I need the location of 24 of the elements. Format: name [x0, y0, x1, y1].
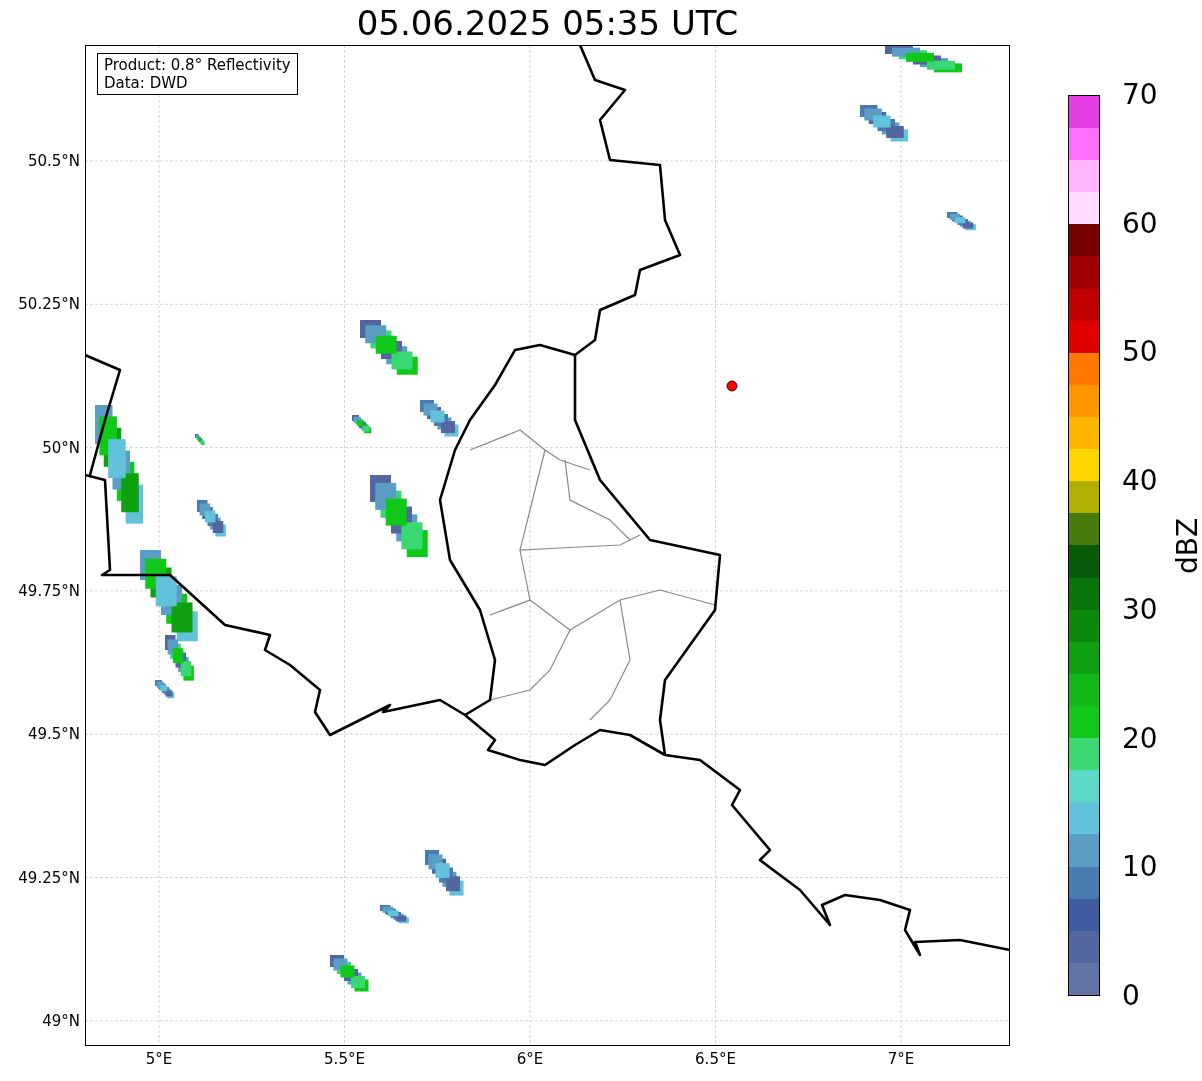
latitude-label: 49.75°N — [18, 581, 80, 600]
colorbar-tick-label: 10 — [1122, 851, 1158, 884]
colorbar-tick-label: 0 — [1122, 980, 1140, 1012]
latitude-label: 50°N — [42, 438, 80, 457]
latitude-label: 49.5°N — [27, 725, 80, 744]
colorbar-tick-label: 50 — [1122, 336, 1158, 369]
colorbar-tick-label: 30 — [1122, 593, 1158, 626]
colorbar-tick-label: 20 — [1122, 722, 1158, 755]
colorbar-tick-label: 60 — [1122, 207, 1158, 240]
info-text: Data: DWD — [104, 74, 189, 92]
latitude-label: 50.5°N — [27, 152, 80, 170]
latitude-label: 50.25°N — [18, 295, 80, 314]
colorbar-tick-label: 70 — [1122, 79, 1158, 111]
latitude-label: 49°N — [42, 1011, 80, 1030]
longitude-label: 6°E — [515, 1050, 545, 1068]
colorbar-label: dBZ — [1172, 517, 1202, 575]
chart-title: 05.06.2025 05:35 UTC — [355, 2, 740, 45]
longitude-label: 5.5°E — [323, 1050, 366, 1068]
longitude-label: 7°E — [886, 1050, 916, 1068]
latitude-label: 49.25°N — [18, 868, 80, 887]
info-text: Product: 0.8° Reflectivity — [104, 56, 291, 74]
longitude-label: 6.5°E — [694, 1050, 737, 1068]
longitude-label: 5°E — [144, 1050, 174, 1068]
colorbar-tick-label: 40 — [1122, 465, 1158, 498]
